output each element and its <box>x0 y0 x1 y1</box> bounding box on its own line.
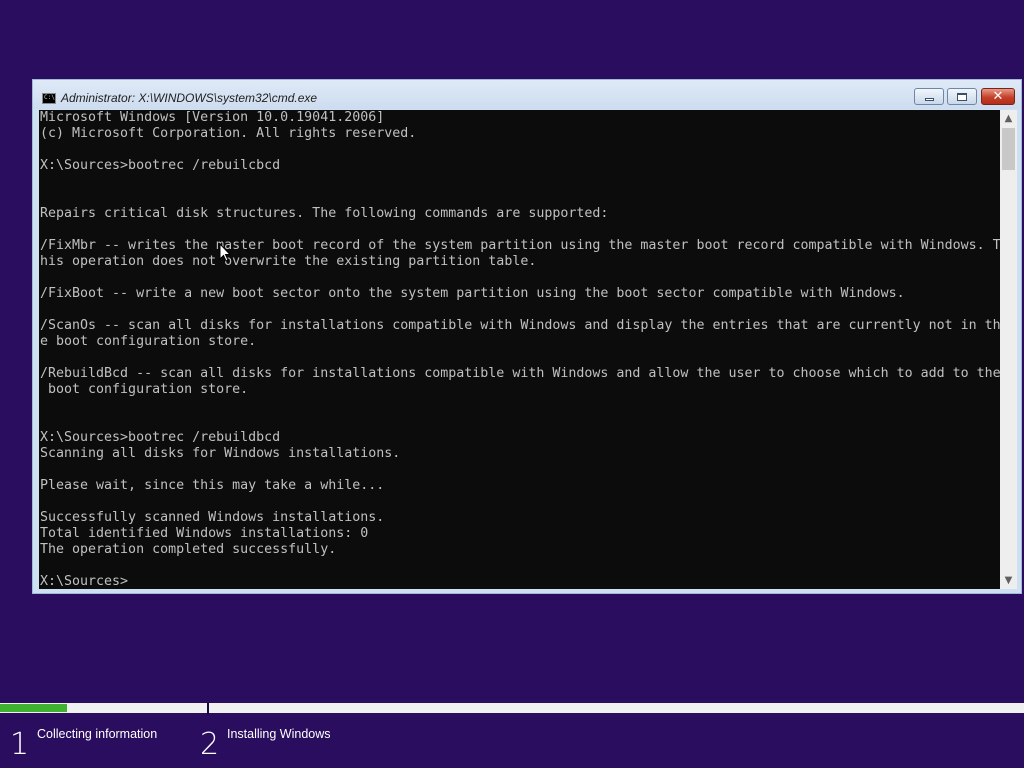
minimize-icon <box>924 98 934 101</box>
scroll-up-icon[interactable]: ▲ <box>1000 110 1017 127</box>
console-text: Microsoft Windows [Version 10.0.19041.20… <box>40 110 1000 589</box>
scroll-thumb[interactable] <box>1002 128 1015 170</box>
maximize-icon <box>957 92 967 101</box>
scroll-down-icon[interactable]: ▼ <box>1000 572 1017 589</box>
close-icon: ✕ <box>992 89 1004 104</box>
minimize-button[interactable] <box>914 88 944 105</box>
vertical-scrollbar[interactable]: ▲ ▼ <box>1000 110 1017 589</box>
console-output[interactable]: Microsoft Windows [Version 10.0.19041.20… <box>39 110 1000 589</box>
progress-fill <box>0 704 67 712</box>
step-number: 1 <box>10 727 30 762</box>
progress-step-divider <box>207 703 209 715</box>
mouse-pointer-icon <box>219 243 231 262</box>
window-title: Administrator: X:\WINDOWS\system32\cmd.e… <box>61 91 318 105</box>
title-bar[interactable]: C:\ Administrator: X:\WINDOWS\system32\c… <box>33 80 1021 109</box>
step-label: Collecting information <box>37 727 158 741</box>
cmd-icon: C:\ <box>42 93 56 104</box>
maximize-button[interactable] <box>947 88 977 105</box>
setup-progress-bar <box>0 703 1024 715</box>
cmd-window[interactable]: C:\ Administrator: X:\WINDOWS\system32\c… <box>32 79 1022 594</box>
step-number: 2 <box>200 727 220 762</box>
close-button[interactable]: ✕ <box>981 88 1015 105</box>
step-label: Installing Windows <box>227 727 331 741</box>
window-controls: ✕ <box>911 88 1015 106</box>
